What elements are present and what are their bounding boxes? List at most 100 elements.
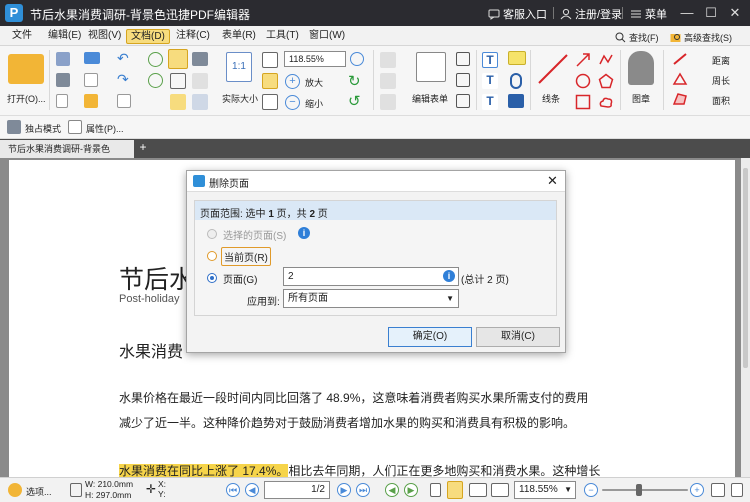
snapshot-icon[interactable] [192,52,208,66]
typewriter-icon[interactable]: T [482,52,498,68]
distance-icon[interactable] [672,52,688,66]
fit-page-icon[interactable] [262,52,278,68]
callout-icon[interactable]: T [482,94,498,110]
next-page-icon[interactable]: ▶ [337,483,351,497]
folder-small-icon[interactable] [84,94,98,108]
rectangle-tool-icon[interactable] [575,94,591,110]
apply-to-select[interactable]: 所有页面 ▼ [283,289,459,308]
minimize-icon[interactable]: — [676,2,698,24]
add-link-icon[interactable] [380,94,396,110]
radio-selected-pages[interactable] [207,229,217,239]
select-object-icon[interactable] [192,73,208,89]
add-tab-button[interactable]: + [137,141,149,154]
zoom-combo[interactable]: 118.55% [284,51,346,67]
pages-input[interactable]: 2 [283,267,459,286]
radio-current-page[interactable] [207,251,217,261]
cloud-icon[interactable] [84,52,100,64]
area-label[interactable]: 面积 [712,94,730,107]
last-page-icon[interactable]: ⏭ [356,483,370,497]
prev-page-icon[interactable]: ◀ [245,483,259,497]
options-gear-icon[interactable] [8,483,22,497]
options-label[interactable]: 选项... [26,485,52,498]
dialog-close-icon[interactable]: ✕ [547,173,558,189]
copy-icon[interactable] [117,94,131,108]
edit-form-label[interactable]: 编辑表单 [412,92,448,105]
cancel-button[interactable]: 取消(C) [476,327,560,347]
hand-tool-icon[interactable] [168,49,188,69]
add-text-icon[interactable] [380,52,396,68]
zoom-out-icon[interactable]: − [584,483,598,497]
zoom-in-icon[interactable]: + [285,74,300,89]
main-menu-button[interactable]: 菜单 [630,6,667,22]
rotate-ccw-icon[interactable]: ↺ [348,92,361,110]
customer-service-button[interactable]: 客服入口 [488,6,547,22]
first-page-icon[interactable]: ⏮ [226,483,240,497]
stamp-icon[interactable] [628,51,654,85]
menu-window[interactable]: 窗口(W) [305,29,349,44]
add-image-icon[interactable] [380,73,396,89]
back-icon[interactable] [148,52,163,67]
zoom-out-label[interactable]: 缩小 [305,97,323,110]
open-folder-icon[interactable] [8,54,44,84]
zoom-in-icon[interactable]: + [690,483,704,497]
continuous-view-icon[interactable] [447,481,463,499]
zoom-in-label[interactable]: 放大 [305,76,323,89]
advanced-find-button[interactable]: 高级查找(S) [670,31,732,44]
radio-selected-pages-label[interactable]: 选择的页面(S) [223,227,286,242]
textbox-icon[interactable]: T [482,73,498,89]
login-button[interactable]: 注册/登录 [560,6,622,22]
zoom-search-icon[interactable] [350,52,364,66]
menu-document[interactable]: 文档(D) [126,29,170,44]
ok-button[interactable]: 确定(O) [388,327,472,347]
maximize-icon[interactable]: ☐ [700,2,722,24]
save-icon[interactable] [56,52,70,66]
stamp-label[interactable]: 图章 [632,92,650,105]
doc-icon[interactable] [84,73,98,87]
sound-icon[interactable] [508,94,524,108]
radio-pages-label[interactable]: 页面(G) [223,271,257,286]
properties-label[interactable]: 属性(P)... [86,122,124,135]
menu-edit[interactable]: 编辑(E) [44,29,85,44]
actual-size-label[interactable]: 实际大小 [222,92,258,105]
history-forward-icon[interactable]: ▶ [404,483,418,497]
form-list-icon[interactable] [456,94,470,108]
find-button[interactable]: 查找(F) [615,31,659,44]
zoom-slider-track[interactable] [602,489,688,491]
fit-width-icon[interactable] [262,73,278,89]
continuous-facing-view-icon[interactable] [491,483,509,497]
forward-icon[interactable] [148,73,163,88]
cloud-tool-icon[interactable] [598,94,614,110]
status-zoom-select[interactable]: 118.55% ▼ [514,481,576,499]
fit-visible-icon[interactable] [262,94,278,110]
marquee-icon[interactable] [192,94,208,110]
menu-tools[interactable]: 工具(T) [262,29,303,44]
scrollbar-thumb[interactable] [743,168,748,368]
area-icon[interactable] [672,92,688,106]
page-number-input[interactable]: 1/2 [264,481,330,499]
print-icon[interactable] [56,73,70,87]
line-tool-icon[interactable] [536,52,570,86]
fit-width-status-icon[interactable] [711,483,725,497]
rotate-cw-icon[interactable]: ↻ [348,72,361,90]
form-field-icon[interactable] [456,52,470,66]
fit-page-status-icon[interactable] [731,483,743,497]
vertical-scrollbar[interactable] [741,158,750,477]
document-tab[interactable]: 节后水果消费调研-背景色 [0,140,134,158]
menu-file[interactable]: 文件 [8,29,36,44]
zoom-out-icon[interactable]: − [285,95,300,110]
highlight-select-icon[interactable] [170,94,186,110]
single-page-view-icon[interactable] [430,483,441,497]
actual-size-icon[interactable]: 1:1 [226,52,252,82]
select-text-icon[interactable] [170,73,186,89]
zoom-slider-handle[interactable] [636,484,642,496]
open-label[interactable]: 打开(O)... [7,92,46,105]
form-checkbox-icon[interactable] [456,73,470,87]
polyline-tool-icon[interactable] [598,52,614,68]
redo-icon[interactable]: ↷ [117,71,129,88]
edit-form-icon[interactable] [416,52,446,82]
arrow-tool-icon[interactable] [575,52,591,68]
radio-pages[interactable] [207,273,217,283]
radio-current-page-label[interactable]: 当前页(R) [221,247,271,266]
properties-icon[interactable] [68,120,82,134]
close-icon[interactable]: ✕ [724,2,746,24]
